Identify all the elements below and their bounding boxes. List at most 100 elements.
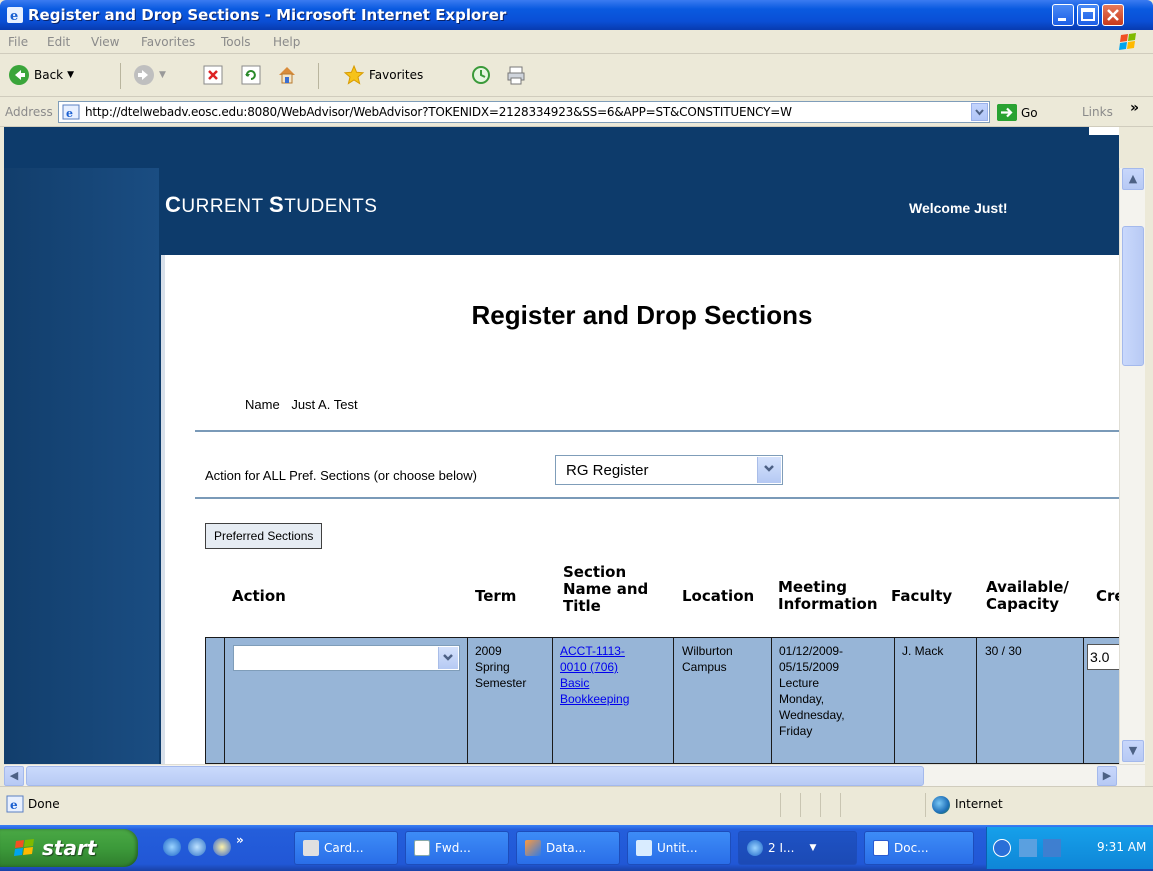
- svg-text:e: e: [66, 107, 73, 120]
- explorer-quicklaunch-icon[interactable]: [188, 838, 206, 856]
- header-location: Location: [682, 587, 755, 605]
- header-meeting-line2: Information: [778, 595, 878, 613]
- quicklaunch-chevron-icon[interactable]: »: [236, 833, 244, 847]
- links-label[interactable]: Links: [1082, 105, 1113, 119]
- welcome-text: Welcome Just!: [909, 200, 1008, 216]
- horizontal-scroll-thumb[interactable]: [26, 766, 924, 786]
- status-separator: [780, 793, 781, 817]
- cell-capacity: 30 / 30: [985, 644, 1022, 658]
- meeting-line1: 01/12/2009-: [779, 644, 844, 658]
- section-line3[interactable]: Basic: [560, 675, 629, 691]
- scroll-left-button[interactable]: ◀: [4, 766, 24, 786]
- minimize-icon: [1058, 18, 1066, 21]
- messenger-quicklaunch-icon[interactable]: [213, 838, 231, 856]
- name-value: Just A. Test: [291, 397, 358, 412]
- menu-edit[interactable]: Edit: [47, 35, 70, 49]
- menu-favorites[interactable]: Favorites: [141, 35, 195, 49]
- globe-icon: [932, 796, 950, 814]
- section-line4[interactable]: Bookkeeping: [560, 691, 629, 707]
- windows-flag-icon: [14, 839, 34, 856]
- start-button[interactable]: start: [0, 829, 138, 867]
- forward-arrow-icon: [134, 65, 154, 85]
- stop-button[interactable]: [202, 64, 224, 86]
- header-section: Section Name and Title: [563, 564, 648, 615]
- address-bar: Address e http://dtelwebadv.eosc.edu:808…: [0, 97, 1153, 127]
- favorites-button[interactable]: Favorites: [343, 64, 423, 86]
- go-button[interactable]: Go: [997, 104, 1038, 121]
- system-tray: 9:31 AM: [986, 827, 1153, 869]
- header-capacity-line2: Capacity: [986, 595, 1059, 613]
- term-line3: Semester: [475, 676, 527, 690]
- task-fwd[interactable]: Fwd...: [405, 831, 509, 865]
- task-card[interactable]: Card...: [294, 831, 398, 865]
- task-data[interactable]: Data...: [516, 831, 620, 865]
- scroll-up-button[interactable]: ▲: [1122, 168, 1144, 190]
- credits-input[interactable]: 3.0: [1087, 644, 1119, 670]
- header-term: Term: [475, 587, 517, 605]
- chevron-down-icon[interactable]: ▼: [159, 70, 166, 80]
- back-button[interactable]: Back ▼: [8, 64, 74, 86]
- vertical-scroll-thumb[interactable]: [1122, 226, 1144, 366]
- home-button[interactable]: [276, 64, 298, 86]
- cell-divider: [673, 637, 674, 764]
- menu-help[interactable]: Help: [273, 35, 300, 49]
- minimize-button[interactable]: [1052, 4, 1074, 26]
- vertical-scrollbar[interactable]: ▲ ▼: [1119, 168, 1145, 764]
- menu-file[interactable]: File: [8, 35, 28, 49]
- tray-expand-icon[interactable]: [993, 839, 1011, 857]
- chevron-down-icon[interactable]: ▼: [67, 70, 74, 80]
- cell-term: 2009 Spring Semester: [475, 643, 526, 691]
- action-all-select[interactable]: RG Register: [555, 455, 783, 485]
- action-all-dropdown-button[interactable]: [757, 457, 781, 483]
- page-icon: e: [62, 104, 80, 120]
- stop-icon: [203, 65, 223, 85]
- title-bar[interactable]: e Register and Drop Sections - Microsoft…: [0, 0, 1153, 30]
- cell-section: ACCT-1113- 0010 (706) Basic Bookkeeping: [560, 643, 629, 707]
- status-separator: [800, 793, 801, 817]
- history-button[interactable]: [470, 64, 492, 86]
- horizontal-scrollbar[interactable]: ◀ ▶: [4, 764, 1145, 786]
- chevron-down-icon: [764, 465, 774, 472]
- task-ie-group-label: 2 I...: [768, 841, 795, 855]
- section-line1[interactable]: ACCT-1113-: [560, 643, 629, 659]
- network-icon[interactable]: [1019, 839, 1037, 857]
- chevron-right-icon[interactable]: »: [1130, 100, 1139, 116]
- ie-quicklaunch-icon[interactable]: [163, 838, 181, 856]
- refresh-button[interactable]: [240, 64, 262, 86]
- address-input[interactable]: e http://dtelwebadv.eosc.edu:8080/WebAdv…: [58, 101, 990, 123]
- header-meeting-line1: Meeting: [778, 578, 848, 596]
- task-untitled[interactable]: Untit...: [627, 831, 731, 865]
- status-separator: [925, 793, 926, 817]
- header-section-line3: Title: [563, 597, 601, 615]
- address-dropdown-button[interactable]: [971, 103, 988, 121]
- header-section-line1: Section: [563, 563, 627, 581]
- card-icon: [303, 840, 319, 856]
- action-all-value: RG Register: [566, 462, 649, 479]
- menu-view[interactable]: View: [91, 35, 119, 49]
- tray-app-icon[interactable]: [1043, 839, 1061, 857]
- scroll-down-button[interactable]: ▼: [1122, 740, 1144, 762]
- section-line2[interactable]: 0010 (706): [560, 659, 629, 675]
- ie-window: e Register and Drop Sections - Microsoft…: [0, 0, 1153, 825]
- row-action-select[interactable]: [233, 645, 460, 671]
- task-doc-label: Doc...: [894, 841, 929, 855]
- cell-divider: [552, 637, 553, 764]
- cell-meeting: 01/12/2009- 05/15/2009 Lecture Monday, W…: [779, 643, 845, 739]
- task-doc[interactable]: Doc...: [864, 831, 974, 865]
- word-icon: [873, 840, 889, 856]
- scroll-right-button[interactable]: ▶: [1097, 766, 1117, 786]
- history-icon: [472, 66, 490, 84]
- menu-tools[interactable]: Tools: [221, 35, 251, 49]
- print-button[interactable]: [505, 64, 527, 86]
- header-action: Action: [232, 587, 286, 605]
- forward-button[interactable]: ▼: [133, 64, 166, 86]
- maximize-button[interactable]: [1077, 4, 1099, 26]
- left-sidebar: [4, 168, 159, 764]
- section-link[interactable]: ACCT-1113- 0010 (706) Basic Bookkeeping: [560, 643, 629, 707]
- header-capacity-line1: Available/: [986, 578, 1069, 596]
- task-ie-group[interactable]: 2 I... ▼: [738, 831, 857, 865]
- close-button[interactable]: [1102, 4, 1124, 26]
- preferred-sections-button[interactable]: Preferred Sections: [205, 523, 323, 549]
- row-action-dropdown-button[interactable]: [438, 647, 458, 669]
- header-faculty: Faculty: [891, 587, 953, 605]
